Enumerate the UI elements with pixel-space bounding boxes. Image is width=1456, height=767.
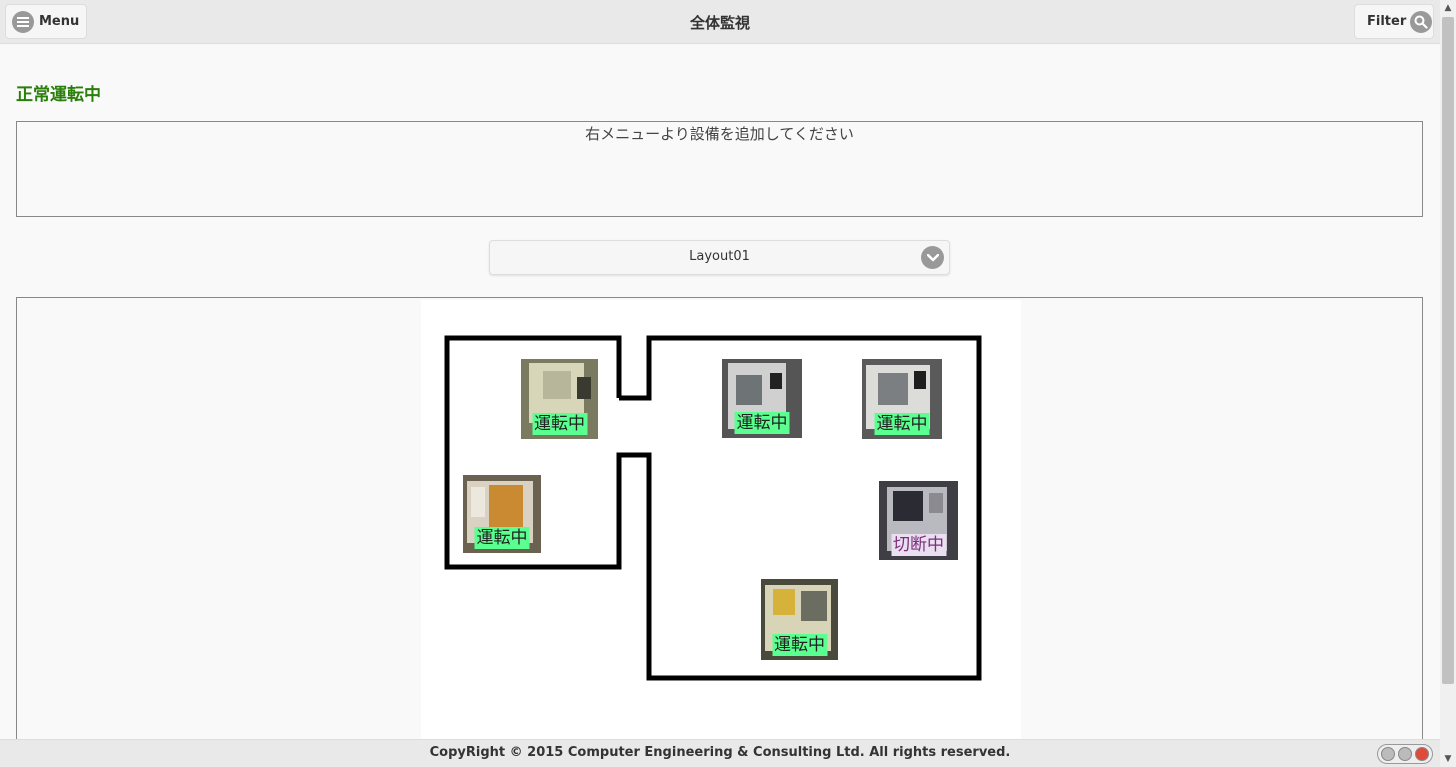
floor-plan-canvas: 運転中 運転中 運転中 運転中 切断中 運転中: [421, 300, 1021, 746]
machine-status-badge: 運転中: [474, 527, 530, 549]
scroll-thumb[interactable]: [1442, 17, 1454, 684]
layout-select[interactable]: Layout01: [489, 240, 950, 275]
machine-m2[interactable]: 運転中: [722, 359, 802, 438]
machine-m3[interactable]: 運転中: [862, 359, 942, 439]
search-icon: [1410, 10, 1433, 33]
machine-status-badge: 運転中: [532, 413, 587, 435]
copyright-text: CopyRight © 2015 Computer Engineering & …: [429, 745, 1011, 760]
vertical-scrollbar[interactable]: ▲ ▼: [1440, 0, 1456, 767]
signal-lamps: [1377, 744, 1433, 764]
lamp-1: [1381, 747, 1396, 761]
machine-m6[interactable]: 運転中: [761, 579, 838, 660]
lamp-2: [1397, 747, 1412, 761]
machine-status-badge: 運転中: [734, 412, 790, 434]
footer-bar: CopyRight © 2015 Computer Engineering & …: [0, 739, 1440, 767]
machine-m5[interactable]: 切断中: [879, 481, 958, 560]
layout-select-value: Layout01: [689, 249, 750, 264]
header-bar: Menu 全体監視 Filter: [0, 0, 1440, 44]
status-heading: 正常運転中: [16, 85, 101, 105]
machine-status-badge: 運転中: [874, 413, 930, 435]
lamp-3: [1414, 747, 1429, 761]
machine-m1[interactable]: 運転中: [521, 359, 598, 439]
filter-button-label: Filter: [1367, 14, 1407, 29]
page-title: 全体監視: [689, 14, 750, 32]
notice-text: 右メニューより設備を追加してください: [585, 125, 854, 143]
machine-status-badge: 運転中: [772, 634, 827, 656]
scroll-up-arrow-icon[interactable]: ▲: [1440, 0, 1456, 16]
machine-status-badge: 切断中: [891, 534, 946, 556]
layout-panel: 運転中 運転中 運転中 運転中 切断中 運転中: [16, 297, 1423, 747]
equipment-notice-box: 右メニューより設備を追加してください: [16, 121, 1423, 217]
machine-m4[interactable]: 運転中: [463, 475, 541, 553]
scroll-down-arrow-icon[interactable]: ▼: [1440, 751, 1456, 767]
chevron-down-icon: [921, 246, 944, 269]
filter-button[interactable]: Filter: [1354, 4, 1434, 39]
